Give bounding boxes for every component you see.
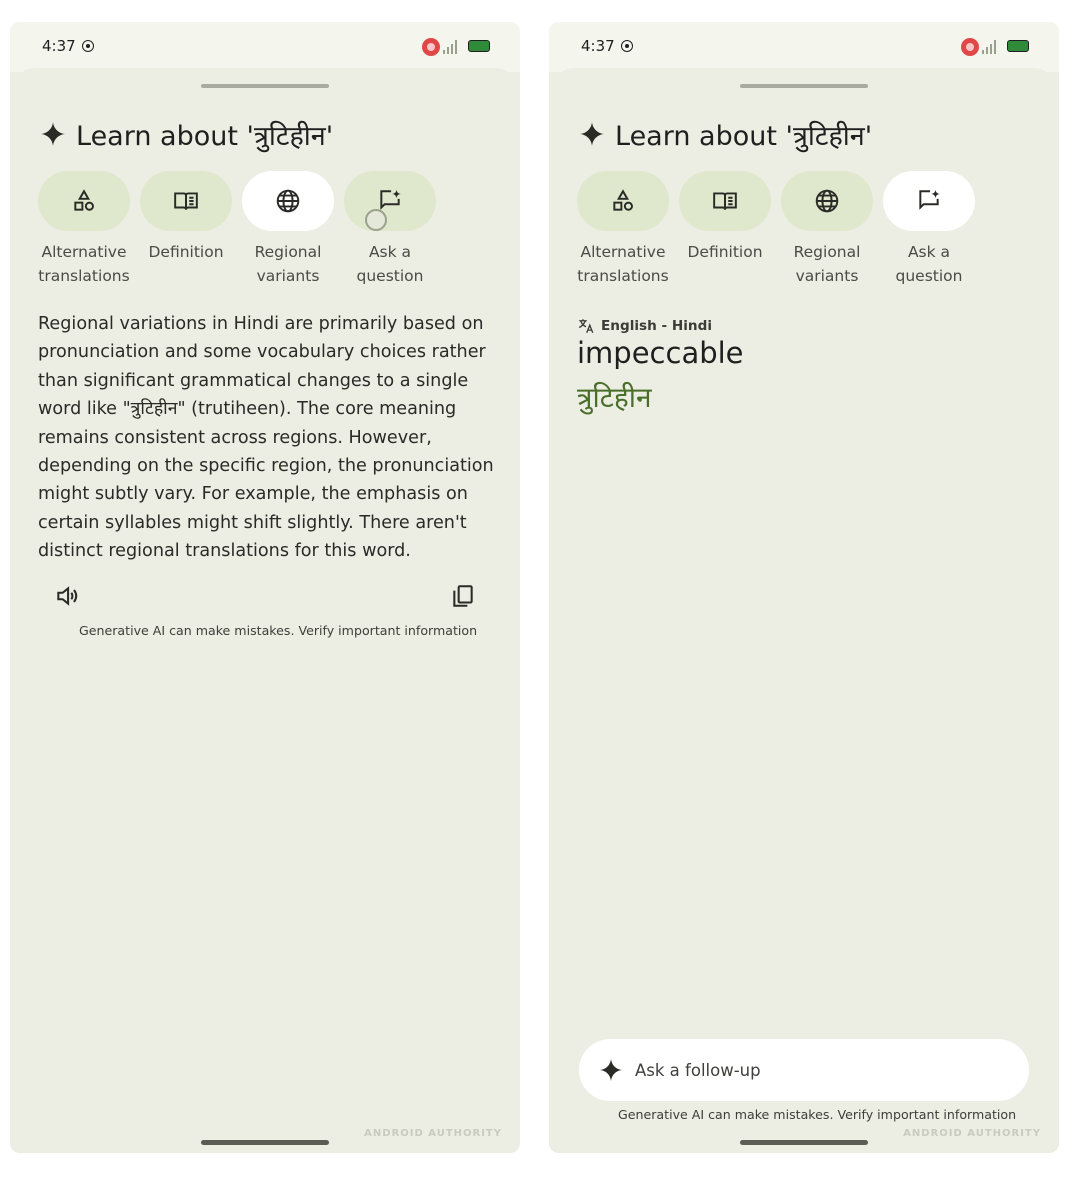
signal-icon [982, 40, 996, 54]
language-pair: English - Hindi [577, 317, 712, 335]
chip-label: Ask a question [895, 243, 963, 285]
language-pair-text: English - Hindi [601, 318, 712, 334]
answer-text: Regional variations in Hindi are primari… [38, 314, 494, 562]
sheet-title: Learn about 'त्रुटिहीन' [579, 116, 872, 152]
sheet-title: Learn about 'त्रुटिहीन' [40, 116, 333, 152]
watermark: ANDROID AUTHORITY [903, 1128, 1041, 1139]
translated-word: त्रुटिहीन [577, 381, 652, 414]
status-time: 4:37 [42, 37, 76, 55]
title-text: Learn about 'त्रुटिहीन' [76, 120, 334, 152]
chip-ask-a-question[interactable]: Ask a question [883, 171, 975, 288]
chip-label: Regional variants [793, 243, 861, 285]
sparkle-icon [41, 122, 65, 146]
chip-label: Definition [148, 243, 224, 261]
drag-handle[interactable] [201, 84, 329, 88]
speaker-icon[interactable] [54, 583, 80, 609]
bottom-sheet: Learn about 'त्रुटिहीन' Alternative tran… [10, 68, 520, 1153]
chip-label: Alternative translations [577, 243, 669, 285]
location-icon [621, 40, 633, 52]
follow-up-input[interactable]: Ask a follow-up [579, 1039, 1029, 1101]
battery-icon [1007, 40, 1029, 52]
chat-spark-icon [919, 189, 940, 210]
globe-icon [815, 189, 839, 213]
book-icon [713, 192, 737, 210]
chip-label: Regional variants [254, 243, 322, 285]
screen-record-icon [961, 38, 979, 56]
chip-regional-variants[interactable]: Regional variants [781, 171, 873, 288]
chip-label: Definition [687, 243, 763, 261]
chip-regional-variants[interactable]: Regional variants [242, 171, 334, 288]
screen-record-icon [422, 38, 440, 56]
translate-icon [578, 319, 594, 334]
chip-row: Alternative translations Definition Regi… [577, 171, 975, 288]
chip-definition[interactable]: Definition [679, 171, 771, 288]
follow-up-placeholder: Ask a follow-up [635, 1060, 761, 1080]
home-indicator[interactable] [201, 1140, 329, 1145]
source-word: impeccable [577, 336, 744, 370]
shapes-icon [74, 189, 94, 211]
chip-ask-a-question[interactable]: Ask a question [344, 171, 436, 288]
watermark: ANDROID AUTHORITY [364, 1128, 502, 1139]
drag-handle[interactable] [740, 84, 868, 88]
sparkle-icon [580, 122, 604, 146]
location-icon [82, 40, 94, 52]
chip-label: Alternative translations [38, 243, 130, 285]
touch-indicator [365, 209, 387, 231]
bottom-sheet: Learn about 'त्रुटिहीन' Alternative tran… [549, 68, 1059, 1153]
screen-regional-variants: 4:37 Learn about 'त्रुटिहीन' Alternative… [10, 22, 520, 1153]
ai-disclaimer: Generative AI can make mistakes. Verify … [618, 1107, 1017, 1122]
battery-icon [468, 40, 490, 52]
chip-definition[interactable]: Definition [140, 171, 232, 288]
chip-alternative-translations[interactable]: Alternative translations [38, 171, 130, 288]
copy-icon[interactable] [450, 583, 476, 609]
book-icon [174, 192, 198, 210]
ai-disclaimer: Generative AI can make mistakes. Verify … [79, 623, 478, 638]
status-bar: 4:37 [549, 22, 1059, 72]
status-time: 4:37 [581, 37, 615, 55]
title-text: Learn about 'त्रुटिहीन' [615, 120, 873, 152]
signal-icon [443, 40, 457, 54]
screen-ask-a-question: 4:37 Learn about 'त्रुटिहीन' Alternative… [549, 22, 1059, 1153]
chip-alternative-translations[interactable]: Alternative translations [577, 171, 669, 288]
globe-icon [276, 189, 300, 213]
sparkle-icon [600, 1059, 622, 1081]
status-bar: 4:37 [10, 22, 520, 72]
home-indicator[interactable] [740, 1140, 868, 1145]
shapes-icon [613, 189, 633, 211]
chip-label: Ask a question [356, 243, 424, 285]
